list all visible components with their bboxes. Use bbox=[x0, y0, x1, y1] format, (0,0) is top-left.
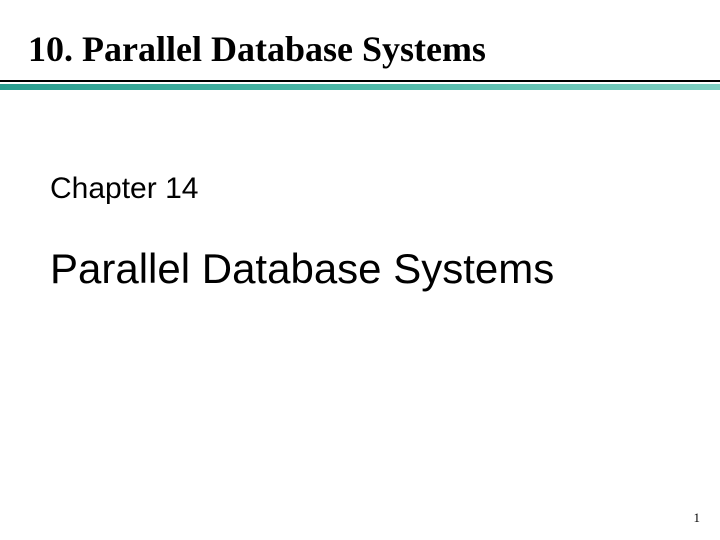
divider-line-thin bbox=[0, 80, 720, 82]
title-divider bbox=[0, 80, 720, 90]
chapter-label: Chapter 14 bbox=[50, 172, 198, 206]
page-number: 1 bbox=[694, 510, 701, 526]
divider-line-thick bbox=[0, 84, 720, 90]
main-topic-heading: Parallel Database Systems bbox=[50, 245, 554, 293]
slide-title: 10. Parallel Database Systems bbox=[28, 28, 486, 70]
